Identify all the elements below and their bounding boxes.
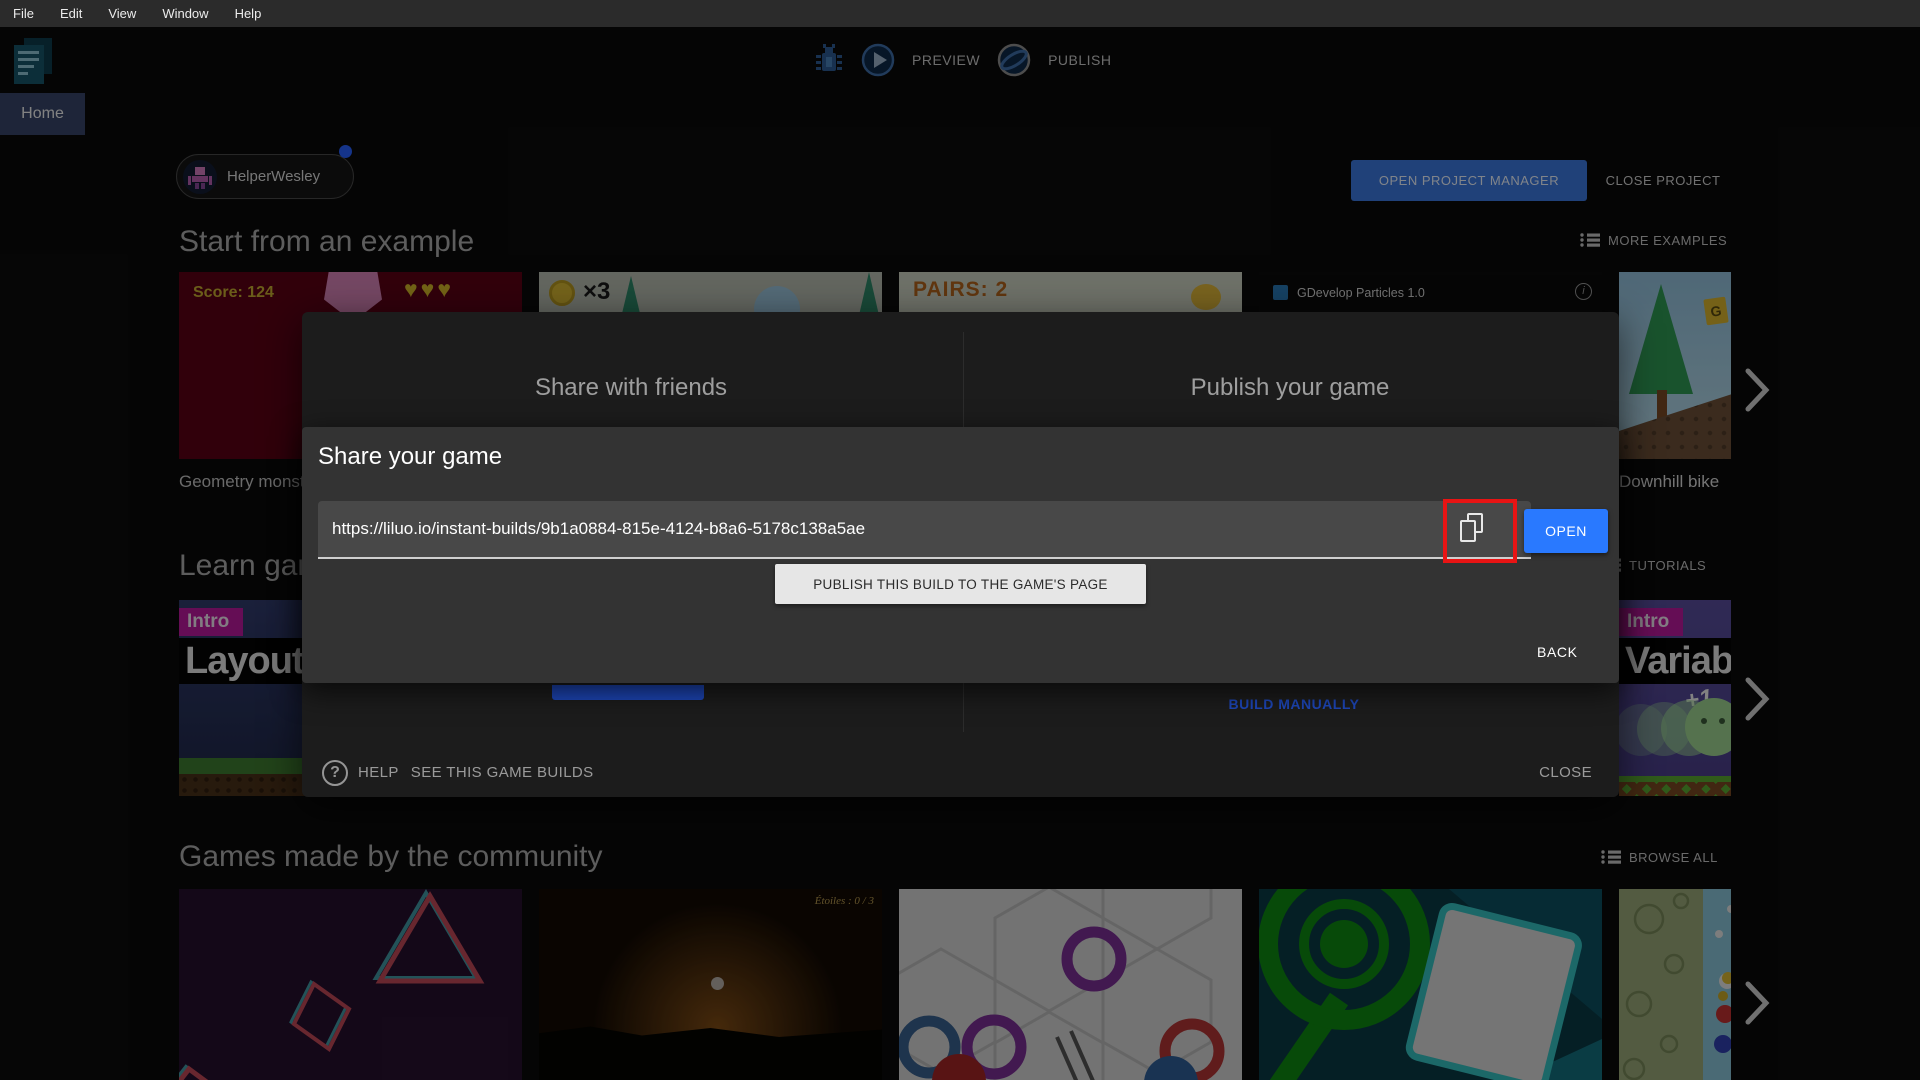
- game-url-input[interactable]: [318, 501, 1531, 559]
- menu-edit[interactable]: Edit: [47, 6, 95, 21]
- back-button[interactable]: BACK: [1537, 644, 1578, 660]
- open-game-button[interactable]: OPEN: [1524, 509, 1608, 553]
- menu-view[interactable]: View: [95, 6, 149, 21]
- menu-window[interactable]: Window: [149, 6, 221, 21]
- gdevelop-window: File Edit View Window Help PREVIEW PUBLI…: [0, 0, 1920, 1080]
- menu-bar: File Edit View Window Help: [0, 0, 1920, 27]
- share-your-game-panel: Share your game OPEN PUBLISH THIS BUILD …: [302, 427, 1619, 683]
- publish-build-button[interactable]: PUBLISH THIS BUILD TO THE GAME'S PAGE: [775, 564, 1146, 604]
- annotation-highlight: [1443, 499, 1517, 563]
- menu-help[interactable]: Help: [222, 6, 275, 21]
- menu-file[interactable]: File: [0, 6, 47, 21]
- share-panel-title: Share your game: [318, 443, 503, 470]
